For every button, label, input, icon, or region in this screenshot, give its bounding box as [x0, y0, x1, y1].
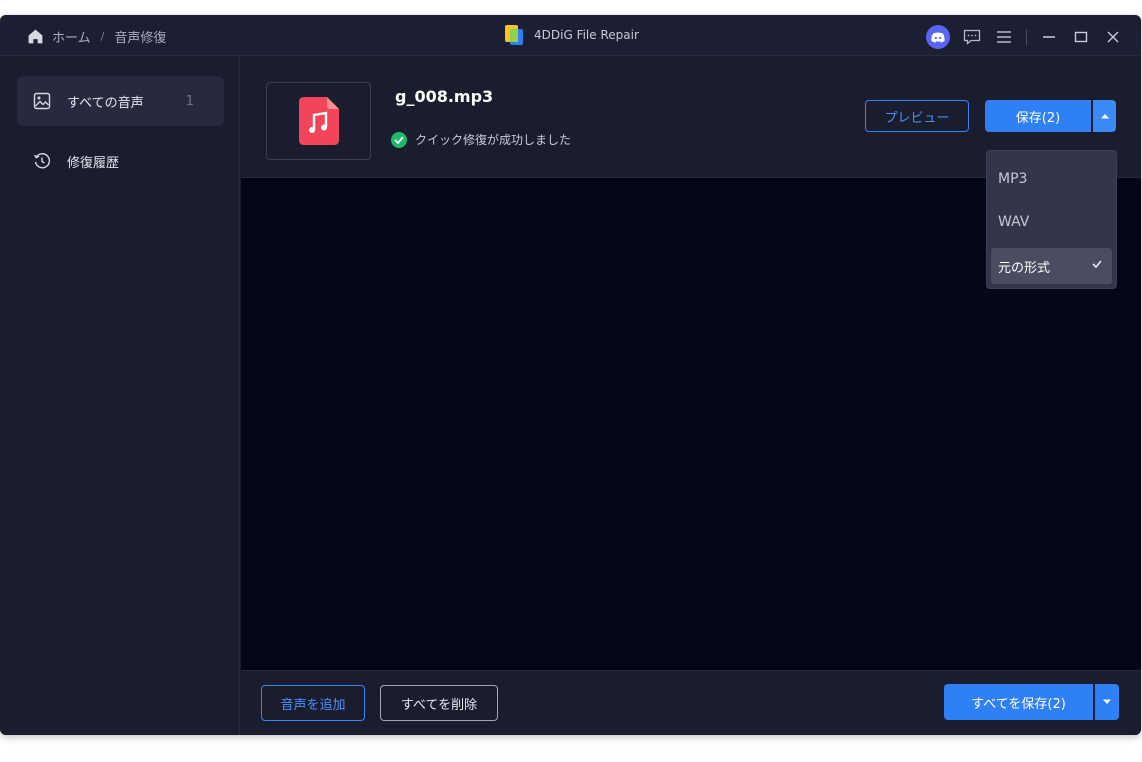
file-thumbnail[interactable] — [266, 82, 371, 160]
sidebar-item-label: 修復履歴 — [67, 155, 120, 171]
save-format-dropdown: MP3 WAV 元の形式 — [986, 150, 1117, 289]
success-check-icon — [391, 131, 407, 148]
breadcrumb-current: 音声修復 — [114, 31, 167, 46]
app-window: ホーム / 音声修復 4DDiG File Repair すべての音声 1 修復… — [0, 15, 1141, 735]
add-audio-button[interactable]: 音声を追加 — [261, 685, 365, 721]
app-title-text: 4DDiG File Repair — [534, 28, 639, 42]
image-icon — [33, 92, 51, 110]
controls-divider — [1026, 29, 1027, 45]
sidebar-item-count: 1 — [185, 93, 194, 109]
history-icon — [33, 153, 51, 169]
check-icon — [1092, 260, 1102, 268]
feedback-icon[interactable] — [962, 27, 982, 47]
menu-icon[interactable] — [994, 27, 1014, 47]
maximize-icon[interactable] — [1071, 27, 1091, 47]
title-bar: ホーム / 音声修復 4DDiG File Repair — [0, 15, 1141, 56]
delete-all-button[interactable]: すべてを削除 — [380, 685, 498, 721]
caret-down-icon — [1103, 699, 1111, 704]
sidebar-item-history[interactable]: 修復履歴 — [17, 136, 224, 186]
breadcrumb-separator: / — [100, 30, 105, 43]
repair-status: クイック修復が成功しました — [391, 131, 571, 148]
window-controls — [926, 25, 1123, 49]
file-name: g_008.mp3 — [395, 87, 494, 106]
save-button[interactable]: 保存(2) — [985, 100, 1091, 132]
sidebar-item-all-audio[interactable]: すべての音声 1 — [17, 76, 224, 126]
home-icon[interactable] — [27, 28, 44, 45]
save-all-format-toggle[interactable] — [1095, 684, 1119, 720]
save-all-button[interactable]: すべてを保存(2) — [944, 684, 1093, 720]
repair-status-text: クイック修復が成功しました — [415, 133, 572, 147]
minimize-icon[interactable] — [1039, 27, 1059, 47]
music-file-icon — [298, 97, 339, 145]
format-option-mp3[interactable]: MP3 — [991, 161, 1112, 197]
app-logo-icon — [505, 25, 523, 45]
format-option-original[interactable]: 元の形式 — [991, 248, 1112, 284]
preview-button[interactable]: プレビュー — [865, 100, 969, 132]
close-icon[interactable] — [1103, 27, 1123, 47]
bottom-bar: 音声を追加 すべてを削除 すべてを保存(2) — [241, 670, 1141, 735]
breadcrumb-home[interactable]: ホーム — [52, 27, 91, 46]
format-option-wav[interactable]: WAV — [991, 204, 1112, 240]
sidebar: すべての音声 1 修復履歴 — [0, 56, 240, 735]
discord-icon[interactable] — [926, 25, 950, 49]
caret-up-icon — [1100, 114, 1109, 119]
format-option-label: 元の形式 — [998, 260, 1051, 276]
save-format-toggle[interactable] — [1093, 100, 1116, 132]
breadcrumb: ホーム / 音声修復 — [27, 27, 166, 46]
sidebar-item-label: すべての音声 — [67, 95, 144, 111]
app-title: 4DDiG File Repair — [504, 24, 639, 46]
